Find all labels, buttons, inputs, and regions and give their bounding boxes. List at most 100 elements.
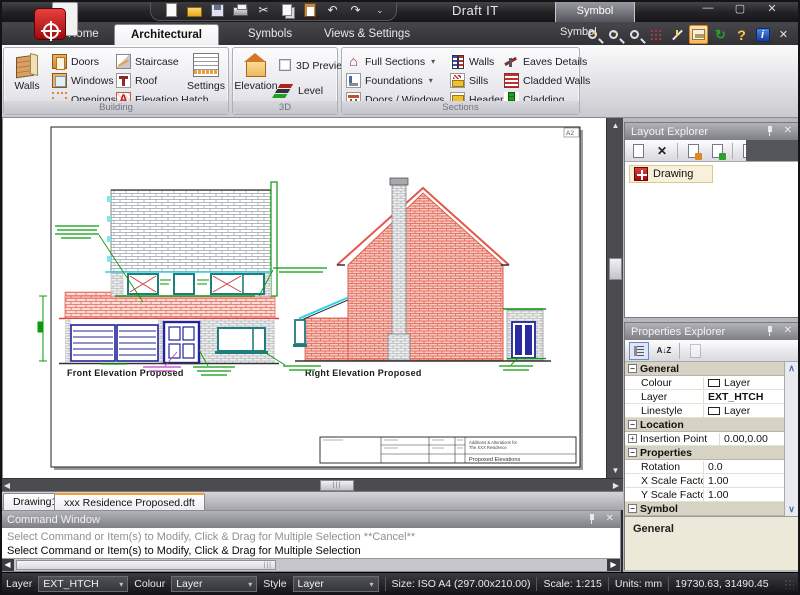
cut-button[interactable]: ✂ [255, 2, 272, 18]
refresh-button[interactable]: ↻ [712, 26, 729, 43]
scroll-up-icon[interactable]: ∧ [785, 363, 798, 374]
category-row-symbol[interactable]: −Symbol [625, 502, 798, 516]
checkbox-icon [279, 59, 291, 71]
scroll-right-icon[interactable]: ▶ [607, 559, 620, 571]
properties-scrollbar[interactable]: ∧ ∨ [784, 362, 798, 516]
copy-button[interactable] [278, 2, 295, 18]
zoom-pan-button[interactable] [626, 26, 643, 43]
minimize-button[interactable]: — [700, 2, 716, 15]
property-row-rotation[interactable]: Rotation0.0 [625, 460, 798, 474]
staircase-button[interactable]: Staircase [116, 53, 179, 70]
windows-button[interactable]: Windows [52, 72, 114, 89]
zoom-out-button[interactable]: − [605, 26, 622, 43]
expand-icon[interactable]: + [628, 434, 637, 443]
collapse-icon[interactable]: − [628, 420, 637, 429]
sections-walls-button[interactable]: Walls [450, 53, 494, 70]
collapse-icon[interactable]: − [628, 448, 637, 457]
collapse-icon[interactable]: − [628, 364, 637, 373]
help-icon: ? [737, 27, 746, 43]
pin-icon[interactable] [766, 325, 774, 337]
property-row-linestyle[interactable]: LinestyleLayer [625, 404, 798, 418]
tab-symbols[interactable]: Symbols [232, 24, 308, 45]
elevation-button[interactable]: Elevation [234, 51, 278, 101]
style-dropdown[interactable]: Layer▾ [293, 576, 379, 592]
resize-grip[interactable] [784, 579, 794, 589]
mode-tab-symbol[interactable]: Symbol [555, 0, 635, 22]
layer-dropdown[interactable]: EXT_HTCH▾ [38, 576, 128, 592]
property-row-x-scale[interactable]: X Scale Factor1.00 [625, 474, 798, 488]
settings-button[interactable]: Settings [184, 51, 228, 101]
redo-button[interactable]: ↷ [347, 2, 364, 18]
close-button[interactable]: ✕ [764, 2, 780, 15]
colour-dropdown[interactable]: Layer▾ [171, 576, 257, 592]
close-icon[interactable]: ✕ [606, 513, 614, 525]
delete-layout-button[interactable]: ✕ [653, 142, 671, 160]
layout-item-drawing[interactable]: Drawing [629, 165, 713, 183]
horizontal-scroll-thumb[interactable]: ||| [320, 480, 354, 491]
new-button[interactable] [163, 2, 180, 18]
snap-button[interactable] [668, 26, 685, 43]
paste-button[interactable] [301, 2, 318, 18]
scroll-up-icon[interactable]: ▲ [607, 118, 624, 133]
command-scrollbar[interactable]: ◀ ||| ▶ [1, 558, 620, 571]
category-row-properties[interactable]: −Properties [625, 446, 798, 460]
scroll-down-icon[interactable]: ∨ [785, 504, 798, 515]
ribbon-tab-row: Home Architectural Symbols Views & Setti… [0, 22, 800, 45]
property-row-insertion-point[interactable]: +Insertion Point0.00,0.00 [625, 432, 798, 446]
3d-preview-toggle[interactable]: 3D Preview [279, 57, 350, 74]
property-row-colour[interactable]: ColourLayer [625, 376, 798, 390]
category-row-general[interactable]: −General [625, 362, 798, 376]
eaves-details-button[interactable]: Eaves Details [504, 53, 587, 70]
maximize-button[interactable]: ▢ [732, 2, 748, 15]
undo-button[interactable]: ↶ [324, 2, 341, 18]
scroll-down-icon[interactable]: ▼ [607, 463, 624, 478]
pin-icon[interactable] [588, 513, 596, 525]
close-icon[interactable]: ✕ [784, 125, 792, 137]
cladded-walls-button[interactable]: Cladded Walls [504, 72, 590, 89]
vertical-scroll-thumb[interactable] [609, 258, 622, 280]
doc-tab-residence[interactable]: xxx Residence Proposed.dft [54, 493, 205, 511]
tab-architectural[interactable]: Architectural [114, 24, 219, 45]
doors-button[interactable]: Doors [52, 53, 99, 70]
command-scroll-thumb[interactable]: ||| [16, 560, 276, 570]
app-menu-button[interactable] [34, 2, 78, 42]
grid-button[interactable] [647, 26, 664, 43]
style-label: Style [263, 578, 286, 590]
property-row-y-scale[interactable]: Y Scale Factor1.00 [625, 488, 798, 502]
walls-button[interactable]: Walls [5, 51, 49, 101]
property-pages-button [686, 342, 704, 360]
sketch-mode-button[interactable] [689, 25, 708, 44]
sills-button[interactable]: Sills [450, 72, 488, 89]
property-pages-icon [690, 344, 701, 358]
about-button[interactable]: i [754, 26, 771, 43]
new-layout-button[interactable] [629, 142, 647, 160]
help-button[interactable]: ? [733, 26, 750, 43]
pin-icon[interactable] [766, 125, 774, 137]
import-layout-button[interactable] [684, 142, 702, 160]
print-button[interactable] [232, 2, 249, 18]
drawing-canvas[interactable]: A2 [2, 118, 606, 478]
export-layout-button[interactable] [708, 142, 726, 160]
property-row-layer[interactable]: LayerEXT_HTCH [625, 390, 798, 404]
scroll-left-icon[interactable]: ◀ [1, 559, 14, 571]
categorized-view-button[interactable] [629, 342, 649, 360]
collapse-icon[interactable]: − [628, 504, 637, 513]
roof-button[interactable]: Roof [116, 72, 157, 89]
tab-views-settings[interactable]: Views & Settings [308, 24, 426, 45]
level-button[interactable]: Level [279, 82, 323, 99]
open-button[interactable] [186, 2, 203, 18]
title-block-sheet-title: Proposed Elevations [469, 457, 521, 463]
sort-alphabetical-button[interactable]: A↓Z [655, 342, 673, 360]
canvas-vertical-scrollbar[interactable]: ▲ ▼ [606, 118, 623, 478]
zoom-in-button[interactable]: + [584, 26, 601, 43]
close-icon[interactable]: ✕ [784, 325, 792, 337]
copy-layout-button[interactable] [739, 142, 757, 160]
full-sections-button[interactable]: ⌂Full Sections▾ [346, 53, 435, 70]
qat-customize-button[interactable]: ⌄ [376, 5, 384, 16]
canvas-horizontal-scrollbar[interactable]: ◀ ||| ▶ [0, 478, 623, 491]
foundations-button[interactable]: Foundations▾ [346, 72, 433, 89]
category-row-location[interactable]: −Location [625, 418, 798, 432]
ribbon-close-button[interactable]: ✕ [775, 26, 792, 43]
layout-explorer-toolbar: ✕ [625, 140, 798, 162]
save-button[interactable] [209, 2, 226, 18]
